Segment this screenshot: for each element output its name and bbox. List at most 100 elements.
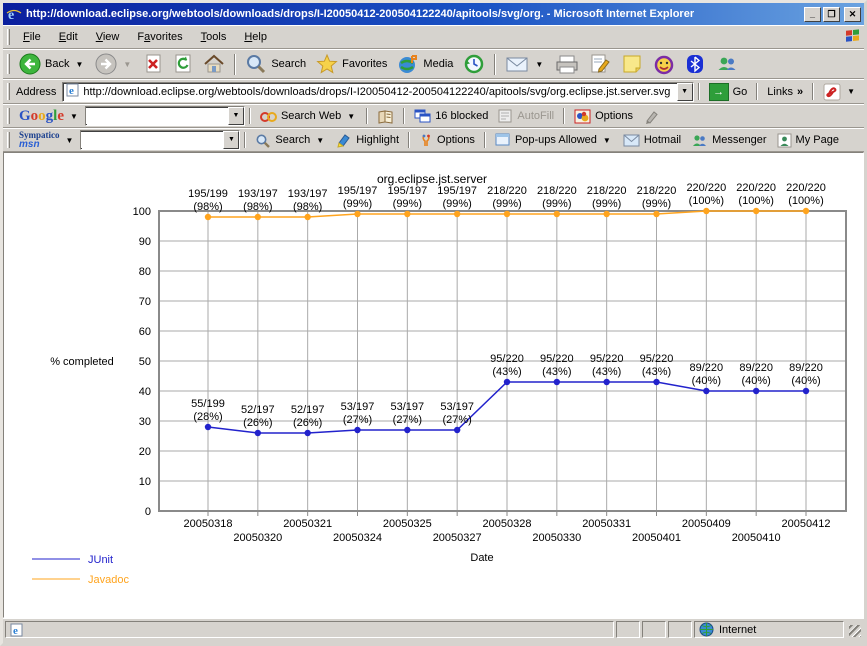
back-dropdown-icon[interactable]: ▼ [73, 60, 85, 69]
menu-item-favorites[interactable]: Favorites [128, 28, 191, 46]
toolbar-grip[interactable] [7, 132, 10, 147]
notes-button[interactable] [616, 50, 648, 78]
stop-button[interactable] [138, 50, 168, 78]
data-point [603, 379, 609, 385]
adobe-pdf-button[interactable]: ▼ [818, 81, 862, 103]
refresh-icon [173, 53, 193, 75]
favorites-button[interactable]: Favorites [311, 50, 392, 78]
svg-text:(99%): (99%) [492, 198, 521, 210]
media-icon [397, 53, 419, 75]
go-button[interactable]: → Go [704, 81, 753, 103]
svg-text:20050401: 20050401 [632, 532, 681, 544]
msn-options-button[interactable]: Options [414, 130, 480, 150]
media-button[interactable]: Media [392, 50, 458, 78]
search-icon [245, 53, 267, 75]
mail-icon [505, 53, 529, 75]
msn-search-dropdown-button[interactable]: ▼ [223, 131, 239, 149]
search-button[interactable]: Search [240, 50, 311, 78]
page-icon: e [66, 83, 80, 100]
sympatico-logo-button[interactable]: Sympatico msn ▼ [14, 130, 80, 150]
messenger-button[interactable] [710, 50, 744, 78]
toolbar-grip[interactable] [7, 29, 10, 44]
google-search-input[interactable] [86, 108, 228, 124]
menu-item-view[interactable]: View [87, 28, 129, 46]
highlighter-pen-button[interactable] [638, 106, 666, 126]
links-button[interactable]: Links » [762, 81, 808, 103]
highlight-label: Highlight [356, 134, 399, 146]
sympatico-dropdown-icon[interactable]: ▼ [64, 136, 76, 145]
google-options-button[interactable]: Options [569, 106, 638, 126]
window-title: http://download.eclipse.org/webtools/dow… [26, 8, 802, 20]
google-search-dropdown-button[interactable]: ▼ [228, 107, 244, 125]
google-news-button[interactable] [372, 106, 399, 126]
maximize-button[interactable]: ❐ [823, 7, 840, 22]
my-page-button[interactable]: My Page [772, 130, 844, 150]
menu-item-help[interactable]: Help [235, 28, 276, 46]
toolbar-grip[interactable] [7, 54, 10, 74]
favorites-star-icon [316, 53, 338, 75]
history-button[interactable] [458, 50, 490, 78]
popups-allowed-button[interactable]: Pop-ups Allowed ▼ [490, 130, 618, 150]
back-label: Back [45, 58, 69, 70]
edit-page-icon [589, 53, 611, 75]
address-dropdown-button[interactable]: ▼ [677, 83, 693, 101]
autofill-label: AutoFill [517, 110, 554, 122]
google-dropdown-icon[interactable]: ▼ [68, 112, 80, 121]
status-panel [642, 621, 666, 638]
search-web-dropdown-icon[interactable]: ▼ [345, 112, 357, 121]
data-point [454, 427, 460, 433]
hotmail-button[interactable]: Hotmail [618, 130, 686, 150]
forward-dropdown-icon[interactable]: ▼ [121, 60, 133, 69]
mail-button[interactable]: ▼ [500, 50, 550, 78]
back-button[interactable]: Back ▼ [14, 50, 90, 78]
mail-dropdown-icon[interactable]: ▼ [533, 60, 545, 69]
security-zone-panel: Internet [694, 621, 844, 638]
svg-text:(99%): (99%) [542, 198, 571, 210]
title-bar[interactable]: e http://download.eclipse.org/webtools/d… [3, 3, 864, 25]
address-input[interactable] [83, 84, 676, 100]
msn-search-button[interactable]: Search ▼ [250, 130, 331, 150]
legend-label: JUnit [88, 554, 113, 566]
toolbar-grip[interactable] [7, 83, 10, 99]
yahoo-smiley-icon [653, 53, 675, 75]
close-button[interactable]: ✕ [844, 7, 861, 22]
popup-blocker-button[interactable]: 16 blocked [409, 106, 493, 126]
resize-grip[interactable] [846, 621, 862, 638]
highlight-button[interactable]: Highlight [331, 130, 404, 150]
yahoo-messenger-button[interactable] [648, 50, 680, 78]
msn-toolbar: Sympatico msn ▼ ▼ Search ▼ Highlight Opt… [3, 128, 864, 152]
forward-button[interactable]: ▼ [90, 50, 138, 78]
print-button[interactable] [550, 50, 584, 78]
search-web-button[interactable]: Search Web ▼ [255, 106, 362, 126]
data-point [304, 214, 310, 220]
google-logo-button[interactable]: Google ▼ [14, 106, 85, 126]
popups-allowed-label: Pop-ups Allowed [515, 134, 597, 146]
menu-item-edit[interactable]: Edit [50, 28, 87, 46]
popups-allowed-icon [495, 133, 511, 147]
svg-text:e: e [13, 625, 18, 637]
svg-text:218/220: 218/220 [587, 185, 627, 197]
msn-messenger-button[interactable]: Messenger [686, 130, 771, 150]
popups-dropdown-icon[interactable]: ▼ [601, 136, 613, 145]
data-point [554, 379, 560, 385]
svg-text:53/197: 53/197 [341, 401, 375, 413]
autofill-button[interactable]: AutoFill [493, 106, 559, 126]
pdf-dropdown-icon[interactable]: ▼ [845, 87, 857, 96]
sticky-note-icon [621, 53, 643, 75]
address-input-box: e ▼ [62, 82, 693, 102]
svg-text:(99%): (99%) [592, 198, 621, 210]
menu-item-file[interactable]: File [14, 28, 50, 46]
home-button[interactable] [198, 50, 230, 78]
msn-search-dropdown-icon[interactable]: ▼ [314, 136, 326, 145]
edit-button[interactable] [584, 50, 616, 78]
bluetooth-button[interactable] [680, 50, 710, 78]
refresh-button[interactable] [168, 50, 198, 78]
msn-search-input[interactable] [81, 132, 223, 148]
toolbar-grip[interactable] [7, 108, 10, 123]
status-panel [616, 621, 640, 638]
svg-text:218/220: 218/220 [537, 185, 577, 197]
options-balls-icon [574, 109, 591, 124]
menu-item-tools[interactable]: Tools [192, 28, 236, 46]
minimize-button[interactable]: _ [804, 7, 821, 22]
svg-text:20050325: 20050325 [383, 518, 432, 530]
